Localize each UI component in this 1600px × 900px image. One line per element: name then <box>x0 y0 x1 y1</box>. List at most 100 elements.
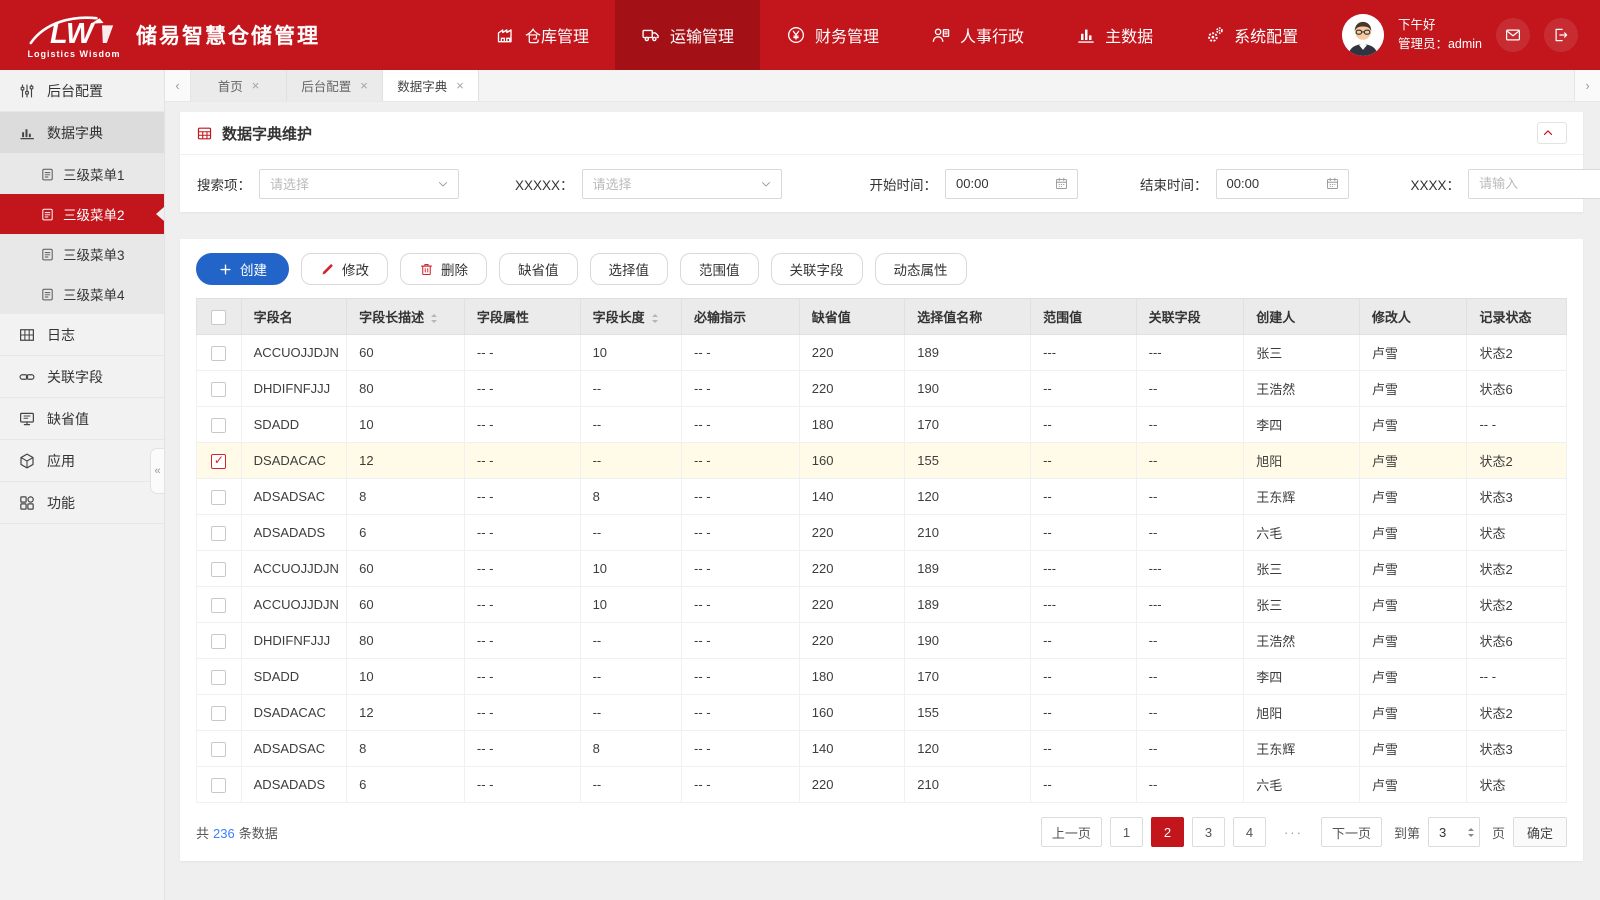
tab-close-icon[interactable]: × <box>360 78 368 93</box>
page-ellipsis[interactable]: ··· <box>1274 817 1313 847</box>
sidebar-item-backend-config[interactable]: 后台配置 <box>0 70 164 112</box>
nav-item-masterdata[interactable]: 主数据 <box>1050 0 1179 70</box>
sidebar-subitem-1[interactable]: 三级菜单1 <box>0 154 164 194</box>
page-button-1[interactable]: 1 <box>1109 817 1143 847</box>
tab-2[interactable]: 后台配置 × <box>287 70 383 101</box>
row-checkbox[interactable] <box>211 489 227 505</box>
start-time-input[interactable] <box>945 168 1079 199</box>
row-checkbox[interactable] <box>211 381 227 397</box>
calendar-icon <box>1054 176 1069 191</box>
table-cell: 170 <box>904 658 1032 695</box>
settings-icon <box>1205 25 1225 45</box>
row-checkbox[interactable] <box>211 669 227 685</box>
table-cell: -- - <box>463 694 581 731</box>
page-button-2[interactable]: 2 <box>1150 817 1184 847</box>
default-value-button[interactable]: 缺省值 <box>499 253 578 285</box>
tab-1[interactable]: 首页 × <box>191 70 287 101</box>
page-button-4[interactable]: 4 <box>1232 817 1266 847</box>
sidebar-subitem-3[interactable]: 三级菜单3 <box>0 234 164 274</box>
page-button-3[interactable]: 3 <box>1191 817 1225 847</box>
column-header[interactable]: 字段长描述 <box>346 298 465 335</box>
sidebar-subitem-4[interactable]: 三级菜单4 <box>0 274 164 314</box>
toolbar-button-label: 删除 <box>441 263 468 278</box>
total-prefix: 共 <box>196 825 210 841</box>
table-cell: -- - <box>681 550 800 587</box>
sidebar-item-related-field[interactable]: 关联字段 <box>0 356 164 398</box>
start-time-value[interactable] <box>956 176 1055 191</box>
row-checkbox[interactable] <box>211 633 227 649</box>
xxxx-value[interactable] <box>1479 176 1600 191</box>
sidebar-item-default-value[interactable]: 缺省值 <box>0 398 164 440</box>
sidebar-subitem-2[interactable]: 三级菜单2 <box>0 194 164 234</box>
total-count: 236 <box>213 825 235 841</box>
panel-collapse-button[interactable] <box>1537 122 1567 144</box>
page-jump-input[interactable]: 3 <box>1427 817 1480 847</box>
sidebar-item-function[interactable]: 功能 <box>0 482 164 524</box>
table-cell: 140 <box>798 730 906 767</box>
table-cell: DHDIFNFJJJ <box>240 622 348 659</box>
select-value-button[interactable]: 选择值 <box>589 253 668 285</box>
next-page-button[interactable]: 下一页 <box>1320 817 1382 847</box>
tab-3[interactable]: 数据字典 × <box>383 70 479 101</box>
column-header[interactable]: 字段长度 <box>579 298 683 335</box>
search-item-label: 搜索项： <box>197 177 251 193</box>
table-cell: SDADD <box>240 406 348 443</box>
create-button[interactable]: 创建 <box>196 253 289 285</box>
apps-icon <box>18 494 36 512</box>
mail-button[interactable] <box>1496 18 1530 52</box>
table-cell: -- - <box>463 550 581 587</box>
table-cell: -- <box>1030 766 1137 803</box>
related-field-button[interactable]: 关联字段 <box>770 253 863 285</box>
xxxx-input[interactable] <box>1468 168 1600 199</box>
tab-close-icon[interactable]: × <box>252 78 260 93</box>
nav-item-settings[interactable]: 系统配置 <box>1179 0 1324 70</box>
delete-button[interactable]: 删除 <box>400 253 487 285</box>
sidebar-item-data-dictionary[interactable]: 数据字典 <box>0 112 164 154</box>
nav-item-hr[interactable]: 人事行政 <box>905 0 1050 70</box>
avatar[interactable] <box>1341 14 1384 56</box>
sort-icon[interactable] <box>651 311 658 326</box>
end-time-value[interactable] <box>1226 176 1325 191</box>
xxxxx-select[interactable]: 请选择 <box>581 168 782 199</box>
row-checkbox[interactable] <box>211 561 227 577</box>
tab-close-icon[interactable]: × <box>456 78 464 93</box>
confirm-button[interactable]: 确定 <box>1512 817 1567 847</box>
search-item-group: 搜索项： 请选择 <box>197 168 459 199</box>
stepper-icon[interactable] <box>1467 825 1474 840</box>
nav-item-finance[interactable]: 财务管理 <box>760 0 905 70</box>
end-time-input[interactable] <box>1215 168 1349 199</box>
tab-label: 数据字典 <box>397 80 448 94</box>
column-header: 必输指示 <box>681 298 800 335</box>
row-checkbox[interactable] <box>211 777 227 793</box>
sidebar-collapse-icon[interactable]: « <box>150 448 164 494</box>
sidebar-item-application[interactable]: 应用 <box>0 440 164 482</box>
select-all-checkbox[interactable] <box>211 309 227 325</box>
row-checkbox[interactable] <box>211 741 227 757</box>
sort-icon[interactable] <box>431 311 438 326</box>
row-checkbox[interactable] <box>211 525 227 541</box>
dynamic-attr-button[interactable]: 动态属性 <box>874 253 967 285</box>
nav-item-truck[interactable]: 运输管理 <box>615 0 761 70</box>
tab-scroll-right-icon[interactable]: › <box>1574 70 1600 101</box>
sidebar-item-label: 数据字典 <box>47 124 103 141</box>
search-item-select[interactable]: 请选择 <box>259 168 459 199</box>
table-header-row: 字段名 字段长描述 字段属性 字段长度 必输指示 缺省值 选择值名称 范围值 关联字段 创建人 修改… <box>196 298 1567 335</box>
logout-button[interactable] <box>1544 18 1578 52</box>
table-cell: 卢雪 <box>1358 622 1468 659</box>
table-cell: 80 <box>346 370 465 407</box>
tab-scroll-left-icon[interactable]: ‹ <box>165 70 191 101</box>
row-select-cell <box>196 658 242 695</box>
row-checkbox[interactable] <box>211 417 227 433</box>
sidebar-item-log[interactable]: 日志 <box>0 314 164 356</box>
row-checkbox[interactable] <box>211 453 227 469</box>
prev-page-button[interactable]: 上一页 <box>1040 817 1102 847</box>
table-cell: 120 <box>904 478 1032 515</box>
hr-icon <box>931 25 951 45</box>
row-checkbox[interactable] <box>211 705 227 721</box>
row-checkbox[interactable] <box>211 345 227 361</box>
modify-button[interactable]: 修改 <box>301 253 388 285</box>
range-value-button[interactable]: 范围值 <box>680 253 759 285</box>
filter-panel: 数据字典维护 搜索项： 请选择 XXXXX： 请选择 开始时间： 00:00 结… <box>180 112 1600 212</box>
nav-item-warehouse[interactable]: 仓库管理 <box>470 0 615 70</box>
row-checkbox[interactable] <box>211 597 227 613</box>
